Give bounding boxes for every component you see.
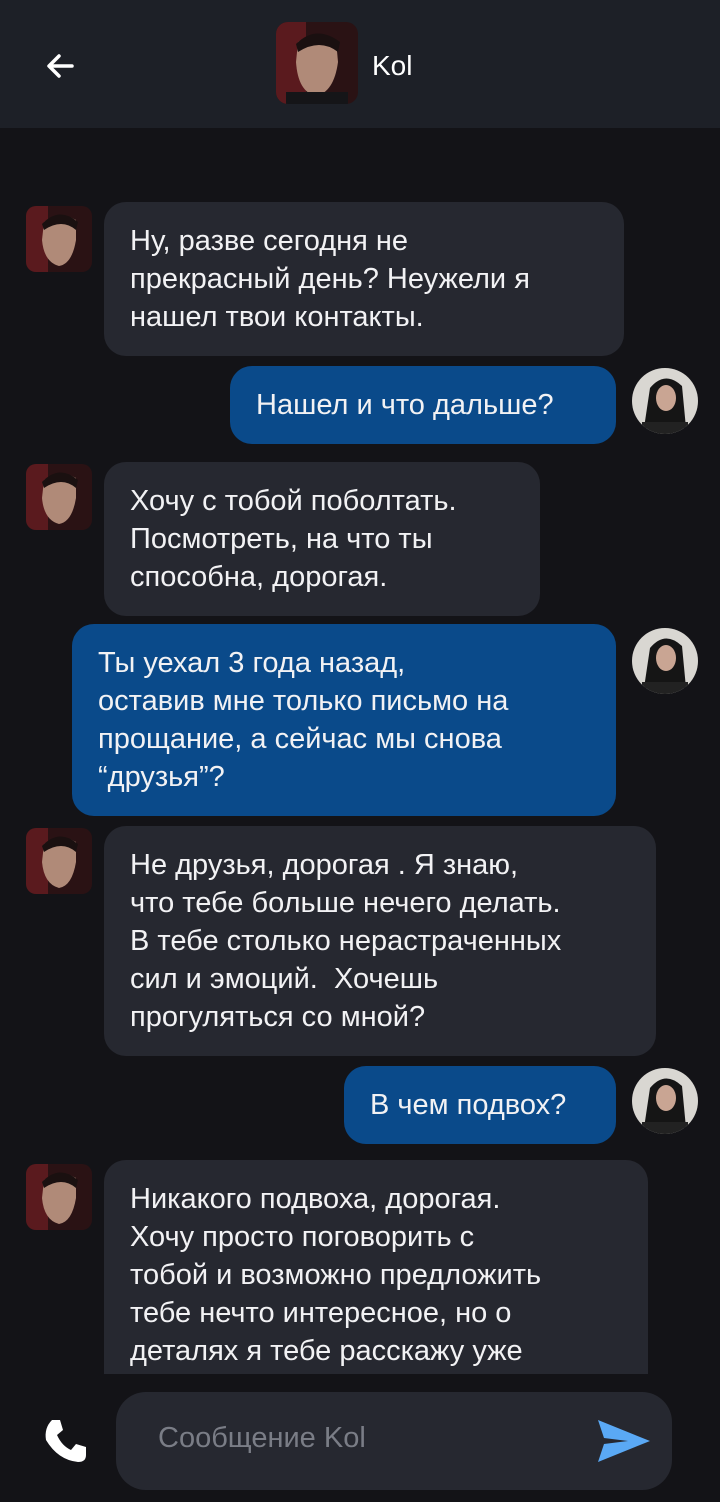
message-bubble-outgoing[interactable]: В чем подвох? (344, 1066, 616, 1144)
user-avatar[interactable] (632, 628, 698, 694)
message-list[interactable]: Ну, разве сегодня не прекрасный день? Не… (0, 128, 720, 1374)
message-bubble-outgoing[interactable]: Ты уехал 3 года назад, оставив мне тольк… (72, 624, 616, 816)
contact-avatar[interactable] (276, 22, 358, 104)
call-button[interactable] (34, 1410, 96, 1472)
phone-icon (45, 1420, 86, 1462)
message-input-placeholder: Сообщение Kol (158, 1422, 366, 1454)
sender-avatar[interactable] (26, 464, 92, 530)
sender-avatar[interactable] (26, 206, 92, 272)
message-input[interactable]: Сообщение Kol (116, 1392, 672, 1490)
back-button[interactable] (34, 40, 86, 92)
send-icon (598, 1420, 650, 1462)
sender-avatar[interactable] (26, 1164, 92, 1230)
sender-avatar[interactable] (26, 828, 92, 894)
composer-bar: Сообщение Kol (0, 1374, 720, 1502)
message-bubble-incoming[interactable]: Ну, разве сегодня не прекрасный день? Не… (104, 202, 624, 356)
message-bubble-incoming[interactable]: Никакого подвоха, дорогая. Хочу просто п… (104, 1160, 648, 1374)
user-avatar[interactable] (632, 368, 698, 434)
message-bubble-incoming[interactable]: Хочу с тобой поболтать. Посмотреть, на ч… (104, 462, 540, 616)
message-bubble-outgoing[interactable]: Нашел и что дальше? (230, 366, 616, 444)
chat-header: Kol (0, 0, 720, 128)
send-button[interactable] (594, 1414, 654, 1468)
user-avatar[interactable] (632, 1068, 698, 1134)
message-bubble-incoming[interactable]: Не друзья, дорогая . Я знаю, что тебе бо… (104, 826, 656, 1056)
contact-name[interactable]: Kol (372, 50, 412, 82)
arrow-left-icon (47, 54, 74, 78)
